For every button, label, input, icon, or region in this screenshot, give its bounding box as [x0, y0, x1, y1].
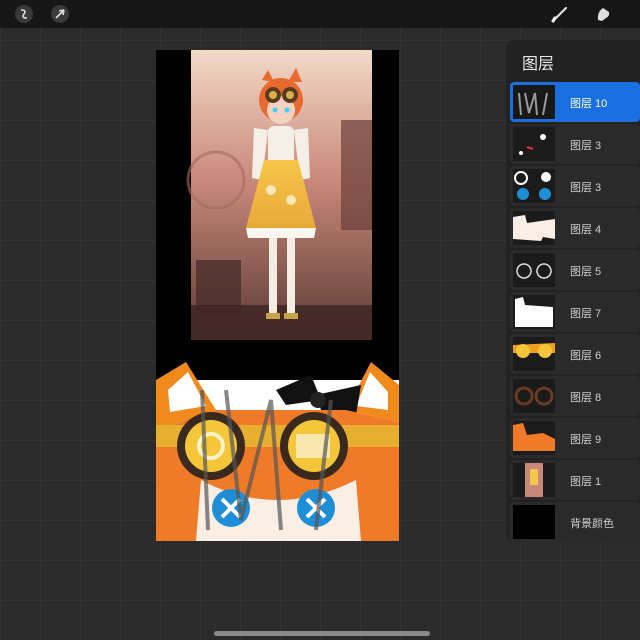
layer-row[interactable]: 图层 8	[510, 376, 640, 416]
layer-row[interactable]: 图层 6	[510, 334, 640, 374]
layer-row[interactable]: 图层 3	[510, 124, 640, 164]
home-indicator[interactable]	[214, 631, 430, 636]
layer-thumbnail	[513, 337, 555, 371]
layer-name: 图层 10	[570, 98, 608, 110]
smudge-icon[interactable]	[594, 4, 614, 24]
layer-row[interactable]: 图层 10	[510, 82, 640, 122]
layer-row[interactable]: 图层 5	[510, 250, 640, 290]
layer-row[interactable]: 图层 9	[510, 418, 640, 458]
selection-arrow-icon[interactable]	[50, 4, 70, 24]
layer-name: 图层 3	[570, 182, 602, 194]
layer-name: 背景颜色	[570, 518, 614, 530]
layer-thumbnail	[513, 463, 555, 497]
layer-thumbnail	[513, 169, 555, 203]
top-toolbar	[0, 0, 640, 28]
panel-title: 图层	[522, 56, 555, 73]
layer-name: 图层 9	[570, 434, 602, 446]
layer-row[interactable]: 背景颜色	[510, 502, 640, 542]
layer-name: 图层 3	[570, 140, 602, 152]
layers-panel: 图层 图层 10 图层 3 图层 3 图层 4 图层 5 图层 7 图层 6 图…	[506, 40, 640, 542]
layer-thumbnail	[513, 85, 555, 119]
adjustments-icon[interactable]	[14, 4, 34, 24]
layer-row[interactable]: 图层 4	[510, 208, 640, 248]
layer-thumbnail	[513, 211, 555, 245]
layer-name: 图层 5	[570, 266, 602, 278]
layer-name: 图层 8	[570, 392, 602, 404]
layer-thumbnail	[513, 505, 555, 539]
layer-row[interactable]: 图层 3	[510, 166, 640, 206]
layer-name: 图层 1	[570, 476, 602, 488]
layer-thumbnail	[513, 253, 555, 287]
layer-thumbnail	[513, 421, 555, 455]
layer-thumbnail	[513, 379, 555, 413]
layer-row[interactable]: 图层 7	[510, 292, 640, 332]
layer-row[interactable]: 图层 1	[510, 460, 640, 500]
layer-thumbnail	[513, 127, 555, 161]
drawing-canvas[interactable]	[156, 50, 399, 541]
brush-icon[interactable]	[550, 4, 570, 24]
layer-name: 图层 4	[570, 224, 602, 236]
layer-thumbnail	[513, 295, 555, 329]
layer-name: 图层 7	[570, 308, 602, 320]
layer-name: 图层 6	[570, 350, 602, 362]
